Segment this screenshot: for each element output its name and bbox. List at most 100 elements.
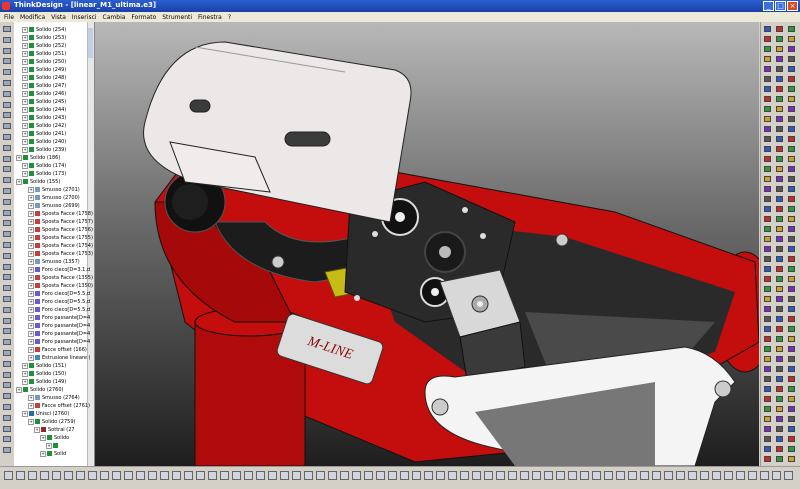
expand-toggle[interactable]: + [22, 66, 28, 73]
tool-icon[interactable] [3, 285, 11, 292]
tool-icon[interactable] [3, 296, 11, 302]
expand-toggle[interactable]: + [46, 442, 52, 449]
tree-item[interactable]: + Solido (155) [16, 178, 60, 186]
expand-toggle[interactable]: + [34, 426, 40, 433]
tool-icon[interactable] [764, 156, 771, 162]
tool-icon[interactable] [16, 471, 25, 480]
tool-icon[interactable] [776, 266, 783, 272]
tool-icon[interactable] [220, 471, 229, 480]
tool-icon[interactable] [776, 296, 783, 302]
tool-icon[interactable] [544, 471, 553, 480]
tool-icon[interactable] [776, 386, 783, 392]
tool-icon[interactable] [172, 471, 181, 480]
tool-icon[interactable] [136, 471, 145, 480]
tool-icon[interactable] [788, 196, 795, 202]
expand-toggle[interactable]: + [28, 282, 34, 289]
tool-icon[interactable] [556, 471, 565, 480]
tool-icon[interactable] [3, 328, 11, 335]
tool-icon[interactable] [788, 406, 795, 412]
expand-toggle[interactable]: + [28, 330, 34, 337]
tool-icon[interactable] [712, 471, 721, 480]
expand-toggle[interactable]: + [22, 138, 28, 145]
tool-icon[interactable] [3, 144, 11, 151]
tool-icon[interactable] [484, 471, 493, 480]
tool-icon[interactable] [112, 471, 121, 480]
expand-toggle[interactable]: + [22, 130, 28, 137]
tool-icon[interactable] [764, 446, 771, 452]
tool-icon[interactable] [340, 471, 349, 480]
expand-toggle[interactable]: + [28, 242, 34, 249]
tool-icon[interactable] [788, 206, 795, 212]
tool-icon[interactable] [764, 206, 771, 212]
tool-icon[interactable] [788, 396, 795, 402]
tool-icon[interactable] [788, 286, 795, 292]
tool-icon[interactable] [532, 471, 541, 480]
tool-icon[interactable] [788, 416, 795, 422]
tool-icon[interactable] [3, 317, 11, 324]
tool-icon[interactable] [776, 106, 783, 112]
tool-icon[interactable] [764, 356, 771, 362]
tree-item[interactable]: + Foro cieco[D=5.5,d [28, 290, 90, 298]
tool-icon[interactable] [3, 339, 11, 346]
tool-icon[interactable] [776, 356, 783, 362]
tool-icon[interactable] [788, 66, 795, 72]
expand-toggle[interactable]: + [22, 58, 28, 65]
expand-toggle[interactable]: + [22, 162, 28, 169]
expand-toggle[interactable]: + [22, 122, 28, 129]
tool-icon[interactable] [764, 296, 771, 302]
tool-icon[interactable] [788, 366, 795, 372]
tree-item[interactable]: + Solido (248) [22, 74, 66, 82]
tree-item[interactable]: + Foro cieco[D=5.5,d [28, 306, 90, 314]
tool-icon[interactable] [364, 471, 373, 480]
tool-icon[interactable] [764, 46, 771, 52]
tool-icon[interactable] [776, 46, 783, 52]
tree-item[interactable]: + Sposta Facce (1350) [28, 282, 93, 290]
tool-icon[interactable] [764, 386, 771, 392]
tool-icon[interactable] [764, 426, 771, 432]
expand-toggle[interactable]: + [28, 194, 34, 201]
tool-icon[interactable] [764, 166, 771, 172]
tool-icon[interactable] [764, 56, 771, 62]
tree-item[interactable]: + Foro passante[D=4 [28, 322, 90, 330]
tool-icon[interactable] [788, 56, 795, 62]
tool-icon[interactable] [3, 47, 11, 54]
tool-icon[interactable] [520, 471, 529, 480]
tool-icon[interactable] [3, 209, 11, 216]
expand-toggle[interactable]: + [28, 266, 34, 273]
expand-toggle[interactable]: + [28, 274, 34, 281]
tool-icon[interactable] [3, 393, 11, 400]
menu-item[interactable]: Finestra [198, 14, 222, 21]
tool-icon[interactable] [268, 471, 277, 480]
tool-icon[interactable] [776, 196, 783, 202]
tool-icon[interactable] [3, 26, 11, 32]
tree-item[interactable]: + Unisci (2760) [22, 410, 69, 418]
tree-item[interactable]: + Facce offset (2761) [28, 402, 90, 410]
tool-icon[interactable] [412, 471, 421, 480]
tool-icon[interactable] [788, 276, 795, 282]
tool-icon[interactable] [776, 376, 783, 382]
tool-icon[interactable] [160, 471, 169, 480]
tool-icon[interactable] [3, 350, 11, 356]
tree-item[interactable]: + Sposta Facce (1355) [28, 274, 93, 282]
tree-item[interactable]: + Solido [40, 434, 69, 442]
tool-icon[interactable] [764, 396, 771, 402]
expand-toggle[interactable]: + [28, 402, 34, 409]
expand-toggle[interactable]: + [22, 146, 28, 153]
tool-icon[interactable] [764, 286, 771, 292]
tool-icon[interactable] [352, 471, 361, 480]
tool-icon[interactable] [776, 246, 783, 252]
tree-item[interactable]: + Solido (2759) [28, 418, 75, 426]
expand-toggle[interactable]: + [28, 202, 34, 209]
tool-icon[interactable] [764, 186, 771, 192]
tree-item[interactable]: + Solido (2760) [16, 386, 63, 394]
tool-icon[interactable] [304, 471, 313, 480]
expand-toggle[interactable]: + [22, 50, 28, 57]
tool-icon[interactable] [764, 116, 771, 122]
tree-item[interactable]: + Solid [40, 450, 66, 458]
tree-item[interactable]: + Smusso (2700) [28, 194, 80, 202]
expand-toggle[interactable]: + [22, 370, 28, 377]
tool-icon[interactable] [764, 96, 771, 102]
3d-viewport[interactable]: M-LINE [95, 22, 759, 466]
tool-icon[interactable] [764, 76, 771, 82]
tool-icon[interactable] [764, 366, 771, 372]
